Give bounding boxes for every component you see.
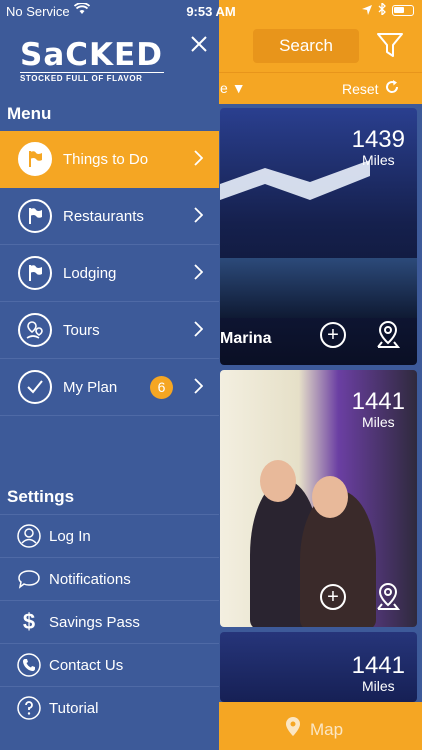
chevron-right-icon [193,150,204,171]
distance-value: 1439 [351,126,405,153]
settings-list: Log In Notifications $ Savings Pass Cont… [0,514,219,729]
chevron-right-icon [193,207,204,228]
menu-item-label: Tours [63,321,100,339]
distance-badge: 1439 Miles [351,126,405,169]
logo-tagline: STOCKED FULL OF FLAVOR [20,72,164,83]
chevron-right-icon [193,321,204,342]
settings-item-tutorial[interactable]: Tutorial [0,686,219,729]
chat-bubble-icon [15,569,43,589]
filter-icon[interactable] [376,32,404,63]
map-pin-icon[interactable] [374,320,402,355]
water-image [220,258,417,318]
settings-item-savings-pass[interactable]: $ Savings Pass [0,600,219,643]
sort-dropdown[interactable]: e ▼ [220,80,246,96]
location-arrow-icon [362,3,372,18]
map-button[interactable]: Map [284,716,343,743]
caret-down-icon: ▼ [231,80,246,96]
settings-item-label: Contact Us [49,656,124,674]
distance-badge: 1441 Miles [351,388,405,431]
plan-count-badge: 6 [150,376,173,399]
flag-icon [18,142,52,176]
menu-item-lodging[interactable]: Lodging [0,245,219,302]
listing-card[interactable]: 1441 Miles [220,632,417,702]
settings-heading: Settings [7,487,75,506]
menu-heading: Menu [7,104,52,123]
add-to-plan-button[interactable]: + [320,584,346,610]
flag-icon [18,199,52,233]
canopy-image [220,160,370,200]
menu-item-label: Things to Do [63,150,149,168]
chevron-right-icon [193,378,204,399]
settings-item-notifications[interactable]: Notifications [0,557,219,600]
refresh-icon [385,80,399,97]
map-label: Map [310,719,344,739]
dollar-icon: $ [22,609,36,634]
brand-logo: SaCKED STOCKED FULL OF FLAVOR [20,40,164,83]
menu-item-things-to-do[interactable]: Things to Do [0,131,219,188]
phone-icon [15,653,43,677]
settings-item-label: Savings Pass [49,613,140,631]
settings-item-label: Notifications [49,570,131,588]
checkmark-icon [18,370,52,404]
chevron-right-icon [193,264,204,285]
logo-wordmark: SaCKED [20,37,163,73]
settings-item-log-in[interactable]: Log In [0,514,219,557]
menu-list: Things to Do Restaurants Lodging Tours M… [0,131,219,416]
card-title: Marina [220,330,272,347]
sort-label: e [220,80,228,96]
distance-unit: Miles [361,678,395,694]
listing-card[interactable]: 1439 Miles Marina + [220,108,417,365]
menu-item-tours[interactable]: Tours [0,302,219,359]
distance-unit: Miles [361,152,395,168]
battery-icon [392,5,414,16]
status-bar: No Service 9:53 AM [0,0,422,22]
side-drawer: SaCKED STOCKED FULL OF FLAVOR Menu Thing… [0,0,219,750]
map-pin-route-icon [18,313,52,347]
map-pin-icon[interactable] [374,582,402,617]
menu-item-my-plan[interactable]: My Plan 6 [0,359,219,416]
menu-item-restaurants[interactable]: Restaurants [0,188,219,245]
add-to-plan-button[interactable]: + [320,322,346,348]
person-face-image [312,476,348,518]
question-icon [15,696,43,720]
clock: 9:53 AM [186,4,236,19]
map-pin-icon [284,716,302,743]
distance-value: 1441 [351,652,405,679]
settings-item-contact-us[interactable]: Contact Us [0,643,219,686]
settings-item-label: Tutorial [49,699,99,717]
distance-value: 1441 [351,388,405,415]
listing-card[interactable]: 1441 Miles + [220,370,417,627]
reset-button[interactable]: Reset [342,80,399,97]
close-icon[interactable] [190,33,208,59]
menu-item-label: Lodging [63,264,117,282]
search-button[interactable]: Search [253,29,359,63]
distance-unit: Miles [361,414,395,430]
reset-label: Reset [342,80,379,97]
menu-item-label: Restaurants [63,207,144,225]
menu-item-label: My Plan [63,378,118,396]
flag-icon [18,256,52,290]
user-icon [15,524,43,548]
bluetooth-icon [378,1,386,18]
person-face-image [260,460,296,502]
settings-item-label: Log In [49,527,91,545]
distance-badge: 1441 Miles [351,652,405,695]
